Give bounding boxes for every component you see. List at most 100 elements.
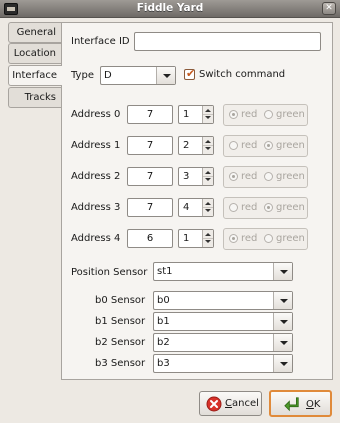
fiddle-yard-dialog: Fiddle Yard ✕ General Location Interface…: [0, 0, 340, 423]
port-value: 1: [183, 233, 190, 244]
ok-rest: K: [313, 399, 321, 410]
port-spinner[interactable]: 4: [178, 198, 214, 217]
spin-up-icon[interactable]: [205, 171, 211, 174]
address-input[interactable]: 6: [127, 229, 173, 248]
port-spinner[interactable]: 1: [178, 229, 214, 248]
sensor-value: b1: [157, 316, 170, 327]
spin-down-icon[interactable]: [205, 240, 211, 243]
red-radio[interactable]: [229, 141, 238, 150]
red-radio-label: red: [241, 140, 258, 151]
address-label: Address 0: [71, 109, 121, 120]
sensor-select-b0[interactable]: b0: [153, 291, 293, 310]
sensor-value: b3: [157, 358, 170, 369]
cancel-label: Cancel: [225, 398, 259, 409]
type-select[interactable]: D: [100, 66, 176, 85]
signal-radio-group: red green: [223, 197, 308, 219]
red-radio[interactable]: [229, 172, 238, 181]
chevron-down-icon: [273, 334, 292, 351]
signal-radio-group: red green: [223, 166, 308, 188]
window-title: Fiddle Yard: [136, 2, 204, 14]
chevron-down-icon: [273, 292, 292, 309]
red-radio[interactable]: [229, 110, 238, 119]
cancel-icon: [206, 396, 222, 412]
sensor-value: b0: [157, 295, 170, 306]
check-icon: ✔: [186, 67, 196, 80]
chevron-down-icon: [156, 67, 175, 84]
red-radio-label: red: [241, 233, 258, 244]
position-sensor-label: Position Sensor: [71, 267, 148, 278]
tab-label: General: [16, 27, 56, 38]
title-bar[interactable]: Fiddle Yard ✕: [0, 0, 340, 18]
tab-label: Location: [13, 48, 56, 59]
spin-up-icon[interactable]: [205, 140, 211, 143]
spin-down-icon[interactable]: [205, 147, 211, 150]
address-input[interactable]: 7: [127, 198, 173, 217]
signal-radio-group: red green: [223, 104, 308, 126]
spin-up-icon[interactable]: [205, 202, 211, 205]
sensor-label-b3: b3 Sensor: [95, 358, 146, 369]
red-radio-label: red: [241, 202, 258, 213]
green-radio[interactable]: [264, 234, 273, 243]
spin-up-icon[interactable]: [205, 109, 211, 112]
sensor-select-b1[interactable]: b1: [153, 312, 293, 331]
spin-up-icon[interactable]: [205, 233, 211, 236]
address-label: Address 1: [71, 140, 121, 151]
signal-radio-group: red green: [223, 228, 308, 250]
address-label: Address 3: [71, 202, 121, 213]
tab-tracks[interactable]: Tracks: [8, 87, 61, 108]
sensor-label-b1: b1 Sensor: [95, 316, 146, 327]
ok-accel: O: [306, 399, 314, 410]
chevron-down-icon: [273, 355, 292, 372]
type-value: D: [104, 70, 112, 81]
switch-command-label: Switch command: [199, 69, 286, 80]
chevron-down-icon: [273, 263, 292, 280]
spin-down-icon[interactable]: [205, 178, 211, 181]
ok-icon: [284, 397, 299, 412]
interface-id-input[interactable]: [134, 32, 321, 51]
address-input[interactable]: 7: [127, 136, 173, 155]
cancel-accel: C: [225, 398, 232, 409]
red-radio-label: red: [241, 109, 258, 120]
type-label: Type: [71, 70, 94, 81]
port-spinner[interactable]: 1: [178, 105, 214, 124]
green-radio[interactable]: [264, 141, 273, 150]
position-sensor-value: st1: [157, 266, 173, 277]
green-radio[interactable]: [264, 110, 273, 119]
red-radio[interactable]: [229, 234, 238, 243]
close-icon[interactable]: ✕: [322, 2, 336, 15]
sensor-value: b2: [157, 337, 170, 348]
spin-down-icon[interactable]: [205, 209, 211, 212]
green-radio-label: green: [276, 202, 305, 213]
tab-label: Tracks: [24, 92, 56, 103]
sensor-label-b0: b0 Sensor: [95, 295, 146, 306]
interface-id-label: Interface ID: [71, 36, 130, 47]
ok-button[interactable]: OK: [269, 390, 332, 417]
green-radio-label: green: [276, 233, 305, 244]
port-value: 4: [183, 202, 190, 213]
port-value: 2: [183, 140, 190, 151]
interface-panel: Interface ID Type D ✔ Switch command Add…: [61, 22, 333, 380]
tab-general[interactable]: General: [8, 22, 61, 43]
sensor-select-b2[interactable]: b2: [153, 333, 293, 352]
address-label: Address 4: [71, 233, 121, 244]
sensor-label-b2: b2 Sensor: [95, 337, 146, 348]
position-sensor-select[interactable]: st1: [153, 262, 293, 281]
green-radio[interactable]: [264, 172, 273, 181]
port-spinner[interactable]: 2: [178, 136, 214, 155]
address-input[interactable]: 7: [127, 167, 173, 186]
spin-down-icon[interactable]: [205, 116, 211, 119]
address-label: Address 2: [71, 171, 121, 182]
tab-location[interactable]: Location: [8, 43, 61, 64]
switch-command-checkbox[interactable]: ✔: [184, 67, 196, 80]
chevron-down-icon: [273, 313, 292, 330]
red-radio-label: red: [241, 171, 258, 182]
address-input[interactable]: 7: [127, 105, 173, 124]
red-radio[interactable]: [229, 203, 238, 212]
tab-label: Interface: [12, 70, 57, 81]
sensor-select-b3[interactable]: b3: [153, 354, 293, 373]
green-radio[interactable]: [264, 203, 273, 212]
green-radio-label: green: [276, 109, 305, 120]
cancel-button[interactable]: Cancel: [199, 391, 262, 416]
tab-interface[interactable]: Interface: [8, 65, 62, 86]
port-spinner[interactable]: 3: [178, 167, 214, 186]
